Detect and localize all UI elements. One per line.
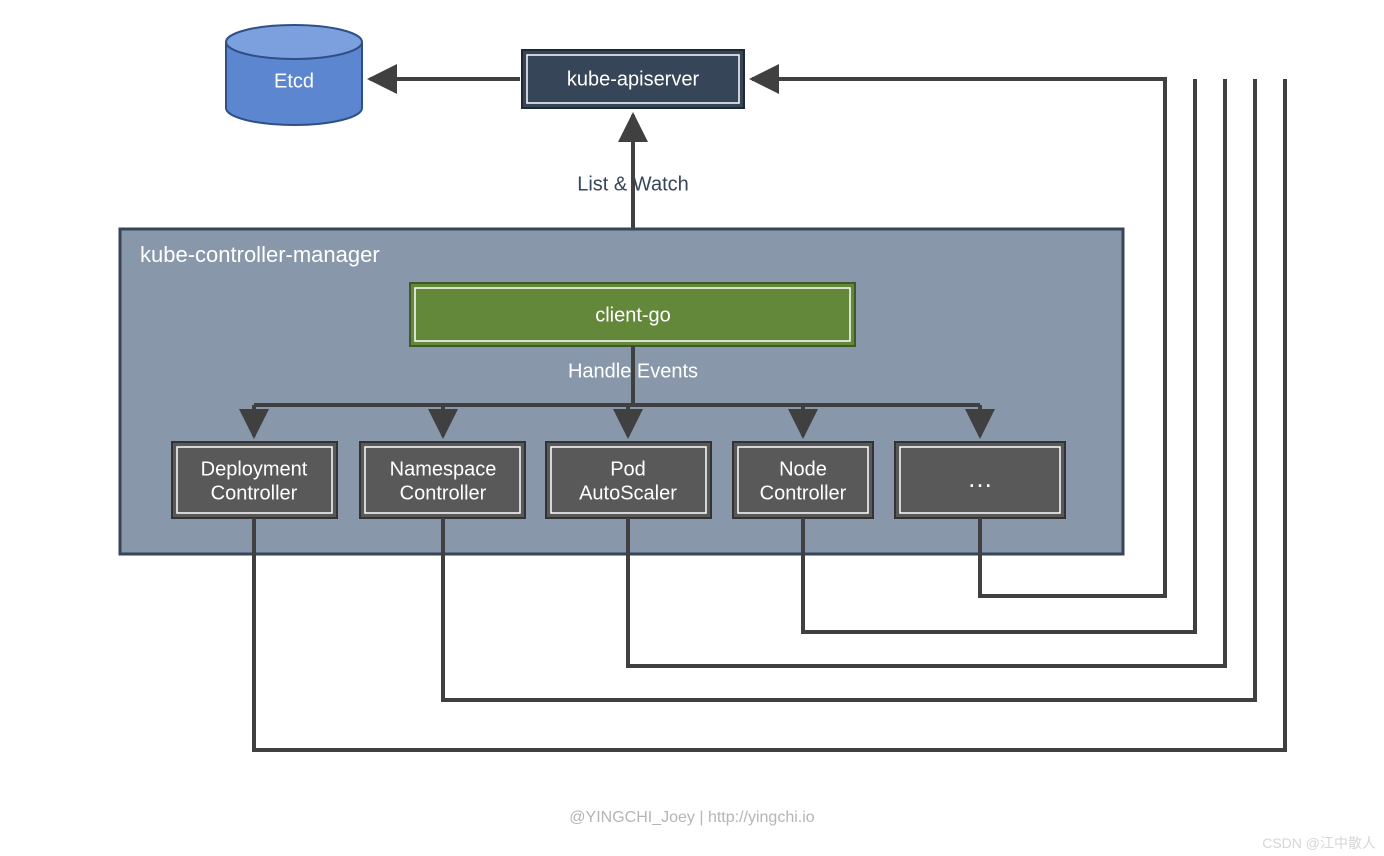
list-watch-label: List & Watch [577,173,689,195]
svg-text:Pod: Pod [610,458,646,480]
svg-text:Namespace: Namespace [390,458,497,480]
pod-autoscaler-node: Pod AutoScaler [546,442,711,518]
namespace-controller-node: Namespace Controller [360,442,525,518]
client-go-label: client-go [595,304,671,326]
apiserver-label: kube-apiserver [567,68,700,90]
etcd-node: Etcd [226,25,362,125]
svg-text:Controller: Controller [400,482,487,504]
panel-title: kube-controller-manager [140,242,380,267]
client-go-node: client-go [410,283,855,346]
node-controller-node: Node Controller [733,442,873,518]
watermark-text: CSDN @江中散人 [1262,835,1376,851]
apiserver-node: kube-apiserver [522,50,744,108]
etcd-label: Etcd [274,70,314,92]
controller-manager-panel: kube-controller-manager client-go Handle… [120,229,1123,554]
svg-text:…: … [967,463,993,493]
svg-text:AutoScaler: AutoScaler [579,482,677,504]
svg-text:Deployment: Deployment [201,458,308,480]
svg-text:Node: Node [779,458,827,480]
more-controller-node: … [895,442,1065,518]
svg-text:Controller: Controller [211,482,298,504]
footer-text: @YINGCHI_Joey | http://yingchi.io [569,809,814,826]
deployment-controller-node: Deployment Controller [172,442,337,518]
svg-text:Controller: Controller [760,482,847,504]
